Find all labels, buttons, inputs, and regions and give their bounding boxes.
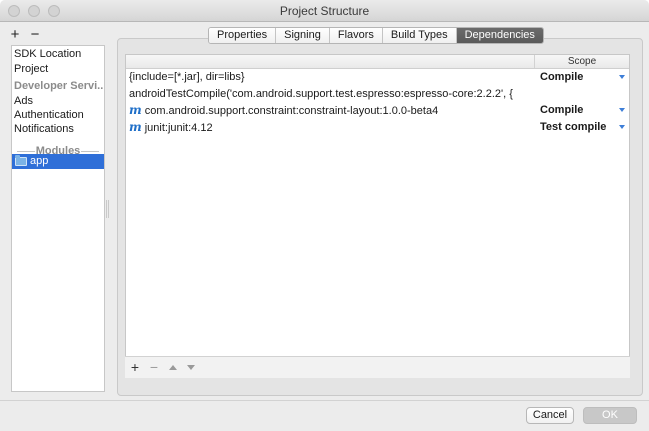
remove-dependency-icon[interactable]: − [147, 359, 161, 375]
table-row[interactable]: {include=[*.jar], dir=libs} Compile [126, 69, 629, 86]
maven-library-icon: m [129, 120, 142, 134]
title-bar: Project Structure [0, 0, 649, 22]
table-row[interactable]: m junit:junit:4.12 Test compile [126, 119, 629, 136]
scope-value[interactable]: Compile [540, 69, 583, 86]
sidebar-toolbar: + − [8, 27, 104, 45]
scope-value[interactable]: Compile [540, 102, 583, 119]
sidebar-item-developer-services[interactable]: Developer Servi... [14, 79, 104, 94]
window-title: Project Structure [279, 4, 370, 18]
tab-flavors[interactable]: Flavors [329, 28, 383, 43]
table-row[interactable]: androidTestCompile('com.android.support.… [126, 86, 629, 103]
add-dependency-icon[interactable]: + [128, 359, 142, 375]
remove-icon[interactable]: − [28, 27, 42, 43]
sidebar-item-app-module[interactable]: app [12, 154, 104, 169]
dependency-name: androidTestCompile('com.android.support.… [129, 88, 513, 100]
tab-build-types[interactable]: Build Types [382, 28, 457, 43]
module-folder-icon [15, 155, 27, 166]
dependency-name: com.android.support.constraint:constrain… [144, 105, 439, 117]
dependency-name: junit:junit:4.12 [144, 122, 213, 134]
ok-button[interactable]: OK [583, 407, 637, 424]
cancel-button[interactable]: Cancel [526, 407, 574, 424]
chevron-down-icon[interactable] [619, 75, 625, 79]
dependencies-table: Scope {include=[*.jar], dir=libs} Compil… [125, 54, 630, 378]
move-down-icon[interactable] [187, 365, 195, 370]
project-structure-window: Project Structure + − SDK Location Proje… [0, 0, 649, 431]
dependency-name: {include=[*.jar], dir=libs} [129, 71, 245, 83]
dependency-cell: m junit:junit:4.12 [129, 119, 534, 136]
sidebar-item-project[interactable]: Project [14, 62, 104, 77]
separator-line [81, 151, 99, 152]
sidebar: SDK Location Project Developer Servi... … [11, 45, 105, 392]
chevron-down-icon[interactable] [619, 125, 625, 129]
sidebar-item-sdk-location[interactable]: SDK Location [14, 47, 104, 62]
tab-bar: Properties Signing Flavors Build Types D… [208, 27, 544, 44]
sidebar-item-authentication[interactable]: Authentication [14, 108, 104, 123]
sidebar-item-notifications[interactable]: Notifications [14, 122, 104, 137]
tab-signing[interactable]: Signing [276, 28, 330, 43]
tab-properties[interactable]: Properties [209, 28, 277, 43]
tab-dependencies[interactable]: Dependencies [456, 28, 543, 43]
scope-value[interactable]: Test compile [540, 119, 606, 136]
splitter-handle[interactable] [106, 200, 109, 218]
dependency-column-header[interactable] [126, 55, 535, 68]
module-label: app [30, 155, 49, 167]
table-toolbar: + − [125, 356, 630, 378]
sidebar-item-ads[interactable]: Ads [14, 94, 104, 109]
add-icon[interactable]: + [8, 27, 22, 43]
maven-library-icon: m [129, 103, 142, 117]
move-up-icon[interactable] [169, 365, 177, 370]
chevron-down-icon[interactable] [619, 108, 625, 112]
table-row[interactable]: m com.android.support.constraint:constrai… [126, 102, 629, 119]
scope-column-header[interactable]: Scope [535, 55, 629, 68]
dependency-cell: m com.android.support.constraint:constrai… [129, 102, 534, 119]
table-header: Scope [126, 55, 629, 69]
